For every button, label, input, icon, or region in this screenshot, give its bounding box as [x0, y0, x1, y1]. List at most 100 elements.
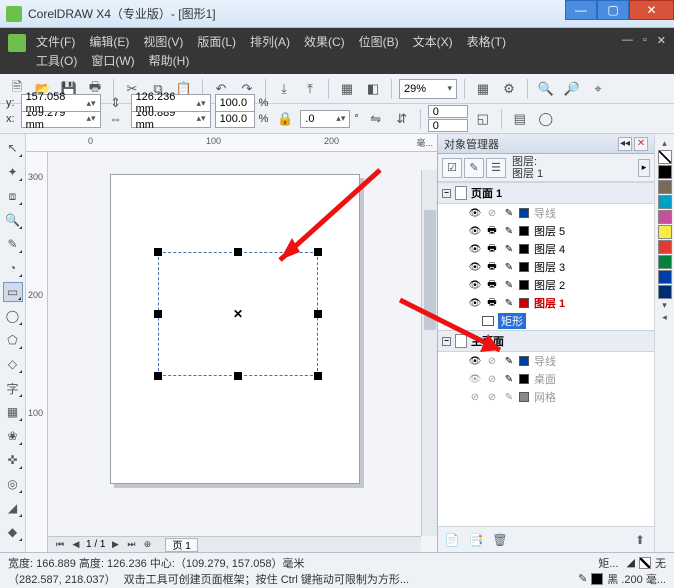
edit-icon[interactable]: ✎	[502, 206, 516, 220]
edit-icon[interactable]: ✎	[502, 372, 516, 386]
layer-color-swatch[interactable]	[519, 374, 529, 384]
layer-manager-button[interactable]: ☰	[486, 158, 506, 178]
resize-handle-tm[interactable]	[234, 248, 242, 256]
print-icon[interactable]: 🖶	[485, 296, 499, 310]
snap-button[interactable]: ▦	[472, 78, 494, 100]
resize-handle-br[interactable]	[314, 372, 322, 380]
export-button[interactable]: ⤒	[299, 78, 321, 100]
edit-icon[interactable]: ✎	[502, 390, 516, 404]
color-swatch[interactable]	[658, 255, 672, 269]
ny-field[interactable]: 0	[428, 119, 468, 132]
zoom-field[interactable]: 29% ▾	[399, 79, 457, 99]
palette-flyout-button[interactable]: ◂	[662, 312, 667, 324]
import-button[interactable]: ⤓	[273, 78, 295, 100]
page-tab[interactable]: 页 1	[165, 538, 197, 552]
color-swatch[interactable]	[658, 195, 672, 209]
visibility-icon[interactable]: 👁	[468, 206, 482, 220]
show-props-button[interactable]: ☑	[442, 158, 462, 178]
mdi-close[interactable]: ✕	[657, 34, 666, 47]
layer-color-swatch[interactable]	[519, 356, 529, 366]
layer-row[interactable]: 👁⊘✎导线	[438, 352, 654, 370]
print-icon[interactable]: 🖶	[485, 224, 499, 238]
welcome-button[interactable]: ◧	[362, 78, 384, 100]
menu-file[interactable]: 文件(F)	[36, 33, 75, 50]
palette-up-button[interactable]: ▴	[662, 138, 667, 150]
polygon-tool[interactable]: ⬠	[3, 330, 23, 350]
edit-icon[interactable]: ✎	[502, 278, 516, 292]
nx-field[interactable]: 0	[428, 105, 468, 118]
mdi-minimize[interactable]: —	[622, 34, 633, 47]
smart-fill-tool[interactable]: ◔	[3, 258, 23, 278]
object-tree[interactable]: − 页面 1 👁⊘✎导线 👁🖶✎图层 5 👁🖶✎图层 4 👁🖶✎图层 3 👁🖶✎…	[438, 182, 654, 526]
color-swatch[interactable]	[658, 285, 672, 299]
delete-layer-button[interactable]: 🗑	[490, 530, 510, 550]
pick-tool[interactable]: ↖	[3, 138, 23, 158]
ellipse-tool[interactable]: ◯	[3, 306, 23, 326]
basic-shapes-tool[interactable]: ◇	[3, 354, 23, 374]
layer-color-swatch[interactable]	[519, 208, 529, 218]
last-page-button[interactable]: ⏭	[125, 539, 137, 551]
palette-down-button[interactable]: ▾	[662, 300, 667, 312]
layer-row[interactable]: 👁⊘✎桌面	[438, 370, 654, 388]
zoom-out-button[interactable]: 🔎	[561, 78, 583, 100]
menu-effects[interactable]: 效果(C)	[304, 33, 345, 50]
interactive-fill-tool[interactable]: ◆	[3, 522, 23, 542]
docker-titlebar[interactable]: 对象管理器 ◂◂ ✕	[438, 134, 654, 154]
resize-handle-tl[interactable]	[154, 248, 162, 256]
close-button[interactable]: ✕	[629, 0, 674, 20]
docker-menu-button[interactable]: ◂◂	[618, 137, 632, 151]
mirror-v-button[interactable]: ⇵	[391, 108, 413, 130]
visibility-icon[interactable]: 👁	[468, 372, 482, 386]
menu-layout[interactable]: 版面(L)	[197, 33, 236, 50]
color-swatch[interactable]	[658, 240, 672, 254]
print-icon[interactable]: ⊘	[485, 372, 499, 386]
resize-handle-ml[interactable]	[154, 310, 162, 318]
menu-help[interactable]: 帮助(H)	[149, 52, 190, 69]
table-tool[interactable]: ▦	[3, 402, 23, 422]
edit-across-button[interactable]: ✎	[464, 158, 484, 178]
scrollbar-thumb[interactable]	[424, 210, 436, 330]
zoom-page-button[interactable]: ⌖	[587, 78, 609, 100]
new-layer-button[interactable]: 📄	[442, 530, 462, 550]
fill-tool[interactable]: ◢	[3, 498, 23, 518]
edit-icon[interactable]: ✎	[502, 260, 516, 274]
docker-close-button[interactable]: ✕	[634, 137, 648, 151]
angle-field[interactable]: .0▴▾	[300, 110, 350, 128]
ruler-horizontal[interactable]: 0 100 200 毫...	[26, 134, 437, 152]
edit-icon[interactable]: ✎	[502, 354, 516, 368]
visibility-icon[interactable]: 👁	[468, 260, 482, 274]
menu-bitmap[interactable]: 位图(B)	[359, 33, 399, 50]
print-icon[interactable]: 🖶	[485, 260, 499, 274]
collapse-icon[interactable]: −	[442, 337, 451, 346]
visibility-icon[interactable]: 👁	[468, 296, 482, 310]
resize-handle-bm[interactable]	[234, 372, 242, 380]
menu-view[interactable]: 视图(V)	[143, 33, 183, 50]
edit-icon[interactable]: ✎	[502, 224, 516, 238]
layer-row[interactable]: ⊘⊘✎网格	[438, 388, 654, 406]
edit-icon[interactable]: ✎	[502, 296, 516, 310]
ruler-vertical[interactable]: 300 200 100	[26, 152, 48, 552]
selected-rectangle[interactable]: ✕	[158, 252, 318, 376]
menu-table[interactable]: 表格(T)	[467, 33, 506, 50]
mirror-h-button[interactable]: ⇋	[365, 108, 387, 130]
layer-row[interactable]: 👁🖶✎图层 4	[438, 240, 654, 258]
corner-button[interactable]: ◱	[472, 108, 494, 130]
minimize-button[interactable]: —	[565, 0, 597, 20]
print-icon[interactable]: 🖶	[485, 242, 499, 256]
shape-tool[interactable]: ✦	[3, 162, 23, 182]
zoom-in-button[interactable]: 🔍	[535, 78, 557, 100]
visibility-icon[interactable]: 👁	[468, 242, 482, 256]
rectangle-tool[interactable]: ▭	[3, 282, 23, 302]
canvas[interactable]: ✕	[48, 152, 437, 552]
menu-tools[interactable]: 工具(O)	[36, 52, 77, 69]
resize-handle-mr[interactable]	[314, 310, 322, 318]
layer-color-swatch[interactable]	[519, 298, 529, 308]
print-icon[interactable]: ⊘	[485, 354, 499, 368]
layer-row[interactable]: 👁🖶✎图层 5	[438, 222, 654, 240]
resize-handle-bl[interactable]	[154, 372, 162, 380]
layer-color-swatch[interactable]	[519, 280, 529, 290]
menu-window[interactable]: 窗口(W)	[91, 52, 134, 69]
eyedropper-tool[interactable]: ✜	[3, 450, 23, 470]
freehand-tool[interactable]: ✎	[3, 234, 23, 254]
color-swatch[interactable]	[658, 180, 672, 194]
